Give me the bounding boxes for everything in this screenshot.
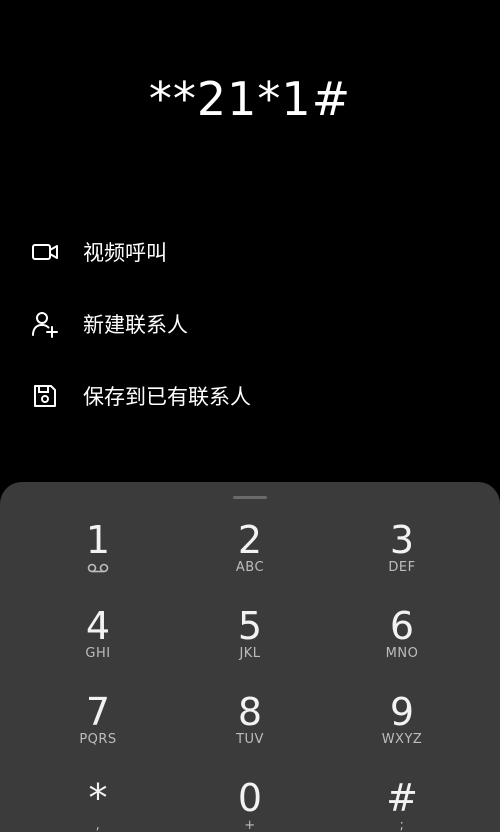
key-letters: JKL	[239, 646, 261, 661]
dialer-actions: 视频呼叫 新建联系人 保存到已有联系人	[0, 216, 500, 432]
key-5[interactable]: 5 JKL	[174, 606, 326, 692]
key-digit: 5	[237, 604, 263, 648]
key-digit: 2	[237, 518, 263, 562]
key-0[interactable]: 0 +	[174, 778, 326, 832]
key-letters: +	[244, 818, 256, 832]
video-call-label: 视频呼叫	[83, 241, 167, 265]
key-star[interactable]: * ,	[22, 778, 174, 832]
voicemail-icon	[87, 560, 109, 576]
key-4[interactable]: 4 GHI	[22, 606, 174, 692]
key-letters: WXYZ	[381, 732, 423, 747]
key-digit: 9	[389, 690, 415, 734]
key-1[interactable]: 1	[22, 520, 174, 606]
key-digit: 7	[85, 690, 111, 734]
video-call-action[interactable]: 视频呼叫	[0, 216, 500, 288]
key-digit: 0	[237, 776, 263, 820]
key-letters: ,	[95, 818, 101, 832]
keypad-drag-handle[interactable]	[233, 496, 267, 499]
key-2[interactable]: 2 ABC	[174, 520, 326, 606]
key-digit: 6	[389, 604, 415, 648]
key-digit: 8	[237, 690, 263, 734]
key-3[interactable]: 3 DEF	[326, 520, 478, 606]
add-contact-icon	[30, 309, 60, 339]
key-letters: TUV	[236, 732, 264, 747]
key-digit: 4	[85, 604, 111, 648]
dial-keypad: 1 2 ABC 3 DEF 4 GHI 5 JKL 6 MNO 7 PQRS 8…	[0, 482, 500, 832]
key-digit: 3	[389, 518, 415, 562]
save-to-existing-contact-label: 保存到已有联系人	[83, 385, 251, 409]
dialed-number[interactable]: **21*1#	[0, 72, 500, 126]
key-digit: *	[88, 776, 108, 820]
key-9[interactable]: 9 WXYZ	[326, 692, 478, 778]
keypad-grid: 1 2 ABC 3 DEF 4 GHI 5 JKL 6 MNO 7 PQRS 8…	[22, 520, 478, 832]
save-to-existing-contact-action[interactable]: 保存到已有联系人	[0, 360, 500, 432]
key-letters: MNO	[385, 646, 419, 661]
key-letters: GHI	[85, 646, 111, 661]
key-hash[interactable]: # ;	[326, 778, 478, 832]
dialer-screen: **21*1# 视频呼叫 新建联系人 保存到已有联系人 1 2 ABC 3 DE…	[0, 0, 500, 832]
key-digit: #	[386, 776, 418, 820]
key-letters: PQRS	[79, 732, 117, 747]
video-call-icon	[30, 237, 60, 267]
key-letters: ;	[399, 818, 405, 832]
key-digit: 1	[85, 518, 111, 562]
key-7[interactable]: 7 PQRS	[22, 692, 174, 778]
key-letters: DEF	[388, 560, 416, 575]
save-icon	[30, 381, 60, 411]
key-letters: ABC	[235, 560, 265, 575]
new-contact-action[interactable]: 新建联系人	[0, 288, 500, 360]
new-contact-label: 新建联系人	[83, 313, 188, 337]
key-8[interactable]: 8 TUV	[174, 692, 326, 778]
key-6[interactable]: 6 MNO	[326, 606, 478, 692]
